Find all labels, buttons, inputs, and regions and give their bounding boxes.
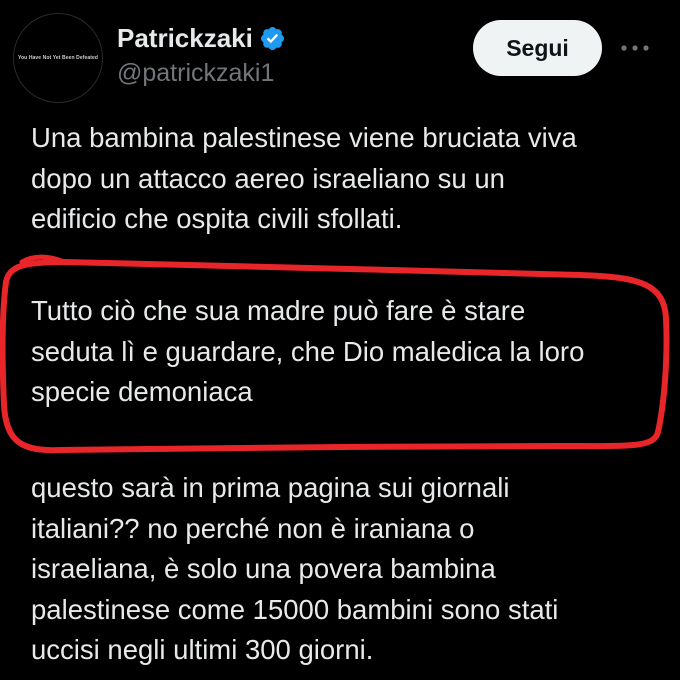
tweet-text-line: specie demoniaca (31, 376, 253, 407)
tweet-paragraph-3: questo sarà in prima pagina sui giornali… (31, 468, 671, 671)
more-horizontal-icon (621, 45, 649, 51)
tweet-text-line: italiani?? no perché non è iraniana o (31, 512, 475, 544)
tweet-text-line: dopo un attacco aereo israeliano su un (31, 162, 505, 194)
tweet-text-line: edificio che ospita civili sfollati. (31, 203, 403, 234)
avatar[interactable]: You Have Not Yet Been Defeated (13, 13, 103, 103)
avatar-text: You Have Not Yet Been Defeated (17, 55, 99, 61)
tweet-text-line: questo sarà in prima pagina sui giornali (31, 472, 510, 503)
follow-button[interactable]: Segui (473, 20, 602, 76)
tweet-text-line: israeliana, è solo una povera bambina (31, 553, 496, 584)
author-name-row: Patrickzaki (117, 22, 286, 54)
tweet-text-line: palestinese come 15000 bambini sono stat… (31, 593, 559, 625)
tweet-text-line: seduta lì e guardare, che Dio maledica l… (31, 335, 585, 367)
author-handle[interactable]: @patrickzaki1 (117, 57, 274, 89)
tweet-paragraph-1: Una bambina palestinese viene bruciata v… (31, 118, 671, 240)
tweet-text-line: Una bambina palestinese viene bruciata v… (31, 122, 577, 153)
verified-badge-icon (260, 26, 284, 50)
tweet-paragraph-2: Tutto ciò che sua madre può fare è stare… (31, 291, 671, 413)
more-options-button[interactable] (617, 32, 653, 64)
display-name[interactable]: Patrickzaki (117, 22, 253, 54)
tweet-text-line: Tutto ciò che sua madre può fare è stare (31, 295, 526, 326)
tweet-text-line: uccisi negli ultimi 300 giorni. (31, 634, 374, 665)
